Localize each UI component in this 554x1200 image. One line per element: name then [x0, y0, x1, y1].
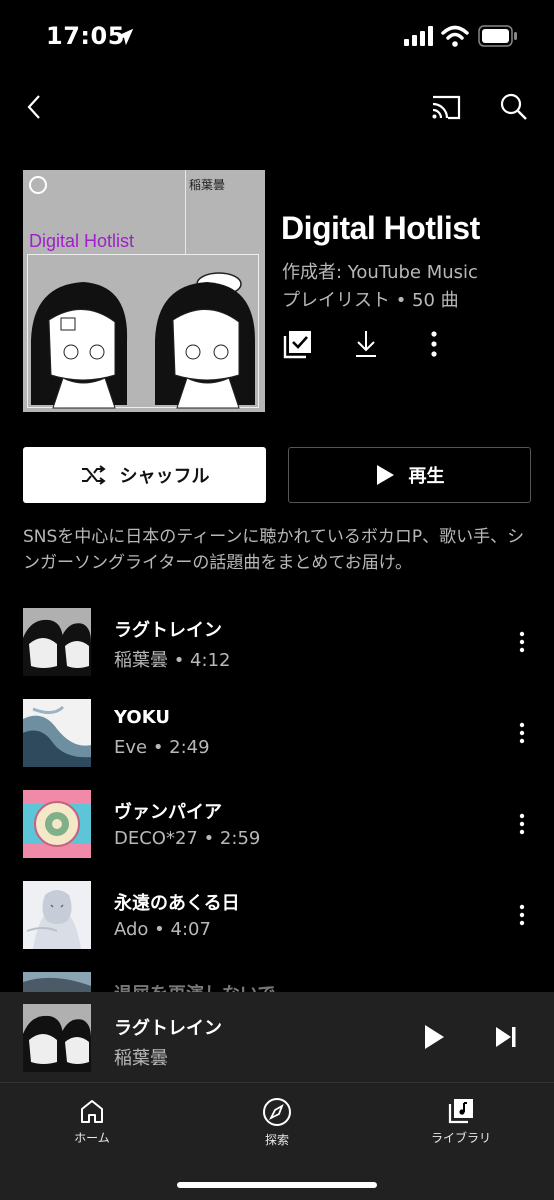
search-icon[interactable] [498, 92, 530, 122]
skip-next-icon[interactable] [494, 1026, 518, 1048]
play-button[interactable]: 再生 [288, 447, 531, 503]
song-row[interactable]: ヴァンパイア DECO*27 • 2:59 [0, 790, 554, 860]
song-row[interactable]: ラグトレイン 稲葉曇 • 4:12 [0, 608, 554, 678]
song-subtitle: DECO*27 • 2:59 [114, 828, 261, 849]
song-subtitle: Ado • 4:07 [114, 919, 211, 940]
tab-home-label: ホーム [74, 1131, 110, 1145]
song-subtitle: 稲葉曇 • 4:12 [114, 650, 231, 671]
now-playing-artist: 稲葉曇 [114, 1048, 168, 1069]
song-thumbnail [23, 608, 91, 676]
library-added-icon[interactable] [282, 328, 314, 360]
status-bar: 17:05 [0, 0, 554, 70]
now-playing-thumbnail [23, 1004, 91, 1072]
tab-library-label: ライブラリ [430, 1131, 491, 1145]
playlist-author[interactable]: 作成者: YouTube Music [282, 258, 478, 284]
song-row[interactable]: 永遠のあくる日 Ado • 4:07 [0, 881, 554, 951]
more-vert-icon[interactable] [512, 903, 532, 927]
song-thumbnail [23, 881, 91, 949]
tab-library[interactable]: ライブラリ [401, 1097, 521, 1146]
tab-explore[interactable]: 探索 [217, 1097, 337, 1148]
song-thumbnail [23, 699, 91, 767]
play-button-label: 再生 [408, 466, 445, 487]
more-vert-icon[interactable] [512, 721, 532, 745]
cellular-signal-icon [404, 26, 433, 46]
cast-icon[interactable] [430, 92, 462, 122]
song-thumbnail [23, 790, 91, 858]
shuffle-icon [81, 465, 106, 485]
playlist-title: Digital Hotlist [281, 210, 480, 246]
download-icon[interactable] [354, 328, 378, 360]
more-vert-icon[interactable] [426, 328, 442, 360]
mini-player[interactable]: ラグトレイン 稲葉曇 [0, 992, 554, 1082]
battery-icon [478, 25, 517, 47]
play-icon[interactable] [422, 1024, 446, 1050]
wifi-icon [441, 25, 469, 47]
shuffle-button[interactable]: シャッフル [23, 447, 266, 503]
tab-explore-label: 探索 [264, 1133, 289, 1147]
home-indicator [177, 1182, 377, 1188]
song-title: ラグトレイン [114, 620, 222, 641]
song-row[interactable]: YOKU Eve • 2:49 [0, 699, 554, 769]
chevron-left-icon[interactable] [20, 92, 50, 122]
song-title: YOKU [114, 707, 170, 728]
more-vert-icon[interactable] [512, 630, 532, 654]
more-vert-icon[interactable] [512, 812, 532, 836]
cover-illustration [31, 272, 255, 409]
song-title: ヴァンパイア [114, 802, 222, 823]
compass-icon [263, 1098, 291, 1126]
song-subtitle: Eve • 2:49 [114, 737, 210, 758]
shuffle-button-label: シャッフル [119, 466, 210, 487]
library-music-icon [448, 1099, 473, 1124]
now-playing-title: ラグトレイン [114, 1018, 222, 1039]
tab-home[interactable]: ホーム [32, 1097, 152, 1146]
playlist-cover-art: 稲葉曇 Digital Hotlist [23, 170, 265, 412]
playlist-meta: プレイリスト • 50 曲 [282, 290, 459, 311]
play-icon [376, 465, 394, 485]
top-navigation [0, 86, 554, 130]
home-icon [81, 1100, 103, 1123]
playlist-description: SNSを中心に日本のティーンに聴かれているボカロP、歌い手、シンガーソングライタ… [23, 527, 525, 573]
location-arrow-icon [116, 28, 134, 46]
song-title: 永遠のあくる日 [114, 893, 240, 914]
